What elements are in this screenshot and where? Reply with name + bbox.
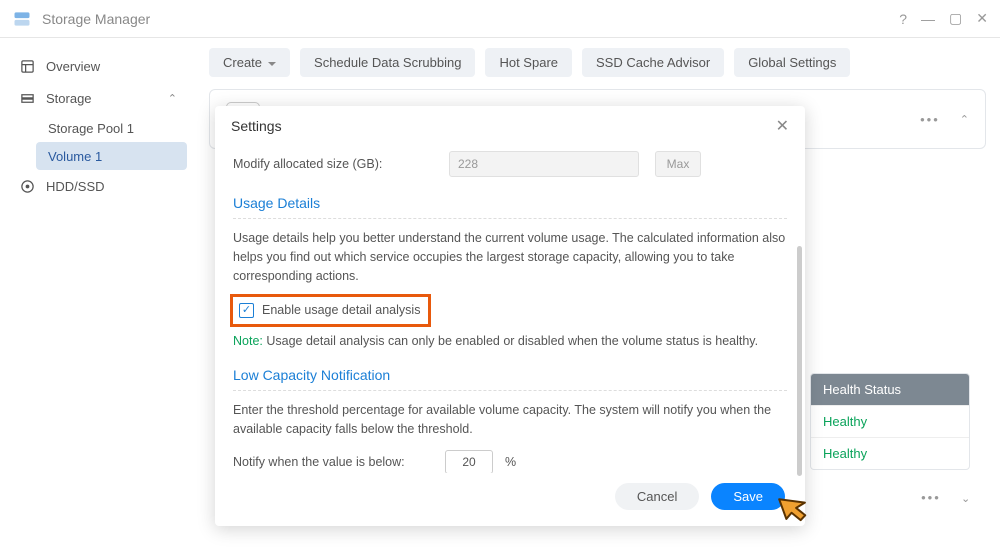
create-button[interactable]: Create <box>209 48 290 77</box>
health-status-card: Health Status Healthy Healthy <box>810 373 970 470</box>
window-titlebar: Storage Manager ? — ▢ ✕ <box>0 0 1000 38</box>
usage-note: Note: Usage detail analysis can only be … <box>233 332 787 351</box>
cancel-button[interactable]: Cancel <box>615 483 699 510</box>
sidebar-item-label: Storage <box>46 91 92 106</box>
overview-icon <box>18 59 36 74</box>
alloc-label: Modify allocated size (GB): <box>233 155 433 174</box>
sidebar-item-label: Storage Pool 1 <box>48 121 134 136</box>
modal-close-icon[interactable]: ✕ <box>776 116 789 136</box>
sidebar-item-label: Volume 1 <box>48 149 102 164</box>
usage-details-text: Usage details help you better understand… <box>233 229 787 285</box>
close-icon[interactable]: ✕ <box>976 10 988 27</box>
sidebar-item-pool1[interactable]: Storage Pool 1 <box>36 114 187 142</box>
enable-usage-checkbox-row[interactable]: ✓ Enable usage detail analysis <box>233 297 428 324</box>
ssd-button[interactable]: SSD Cache Advisor <box>582 48 724 77</box>
usage-details-title: Usage Details <box>233 193 787 219</box>
global-button[interactable]: Global Settings <box>734 48 850 77</box>
low-capacity-title: Low Capacity Notification <box>233 365 787 391</box>
max-button[interactable]: Max <box>655 151 701 177</box>
note-label: Note: <box>233 334 263 348</box>
low-capacity-text: Enter the threshold percentage for avail… <box>233 401 787 439</box>
minimize-icon[interactable]: — <box>921 11 935 27</box>
notify-label: Notify when the value is below: <box>233 453 433 472</box>
help-icon[interactable]: ? <box>899 11 907 27</box>
checkbox-label: Enable usage detail analysis <box>262 301 420 320</box>
modal-title: Settings <box>231 118 282 134</box>
percent-label: % <box>505 453 516 472</box>
health-row: Healthy <box>811 437 969 469</box>
sidebar-item-volume1[interactable]: Volume 1 <box>36 142 187 170</box>
storage-icon <box>18 91 36 106</box>
sidebar-item-label: Overview <box>46 59 100 74</box>
window-title: Storage Manager <box>42 11 899 27</box>
app-icon <box>12 9 32 29</box>
scrub-button[interactable]: Schedule Data Scrubbing <box>300 48 475 77</box>
checkbox-checked-icon: ✓ <box>239 303 254 318</box>
sidebar: Overview Storage ⌃ Storage Pool 1 Volume… <box>0 38 195 560</box>
alloc-size-input[interactable] <box>449 151 639 177</box>
save-button[interactable]: Save <box>711 483 785 510</box>
hdd-icon <box>18 179 36 194</box>
notify-threshold-input[interactable] <box>445 450 493 473</box>
sidebar-item-hdd[interactable]: HDD/SSD <box>8 170 187 202</box>
hotspare-button[interactable]: Hot Spare <box>485 48 572 77</box>
settings-modal: Settings ✕ Modify allocated size (GB): M… <box>215 106 805 526</box>
chevron-up-icon[interactable]: ⌃ <box>960 113 969 126</box>
sidebar-item-overview[interactable]: Overview <box>8 50 187 82</box>
more-icon[interactable]: ••• <box>920 112 940 127</box>
sidebar-item-storage[interactable]: Storage ⌃ <box>8 82 187 114</box>
chevron-up-icon: ⌃ <box>168 92 177 105</box>
more-icon[interactable]: ••• <box>921 490 941 505</box>
health-row: Healthy <box>811 405 969 437</box>
note-text: Usage detail analysis can only be enable… <box>263 334 758 348</box>
toolbar: Create Schedule Data Scrubbing Hot Spare… <box>209 48 986 77</box>
chevron-down-icon[interactable]: ⌃ <box>961 491 970 504</box>
scrollbar-thumb[interactable] <box>797 246 802 476</box>
health-status-title: Health Status <box>811 374 969 405</box>
sidebar-item-label: HDD/SSD <box>46 179 105 194</box>
maximize-icon[interactable]: ▢ <box>949 10 962 27</box>
